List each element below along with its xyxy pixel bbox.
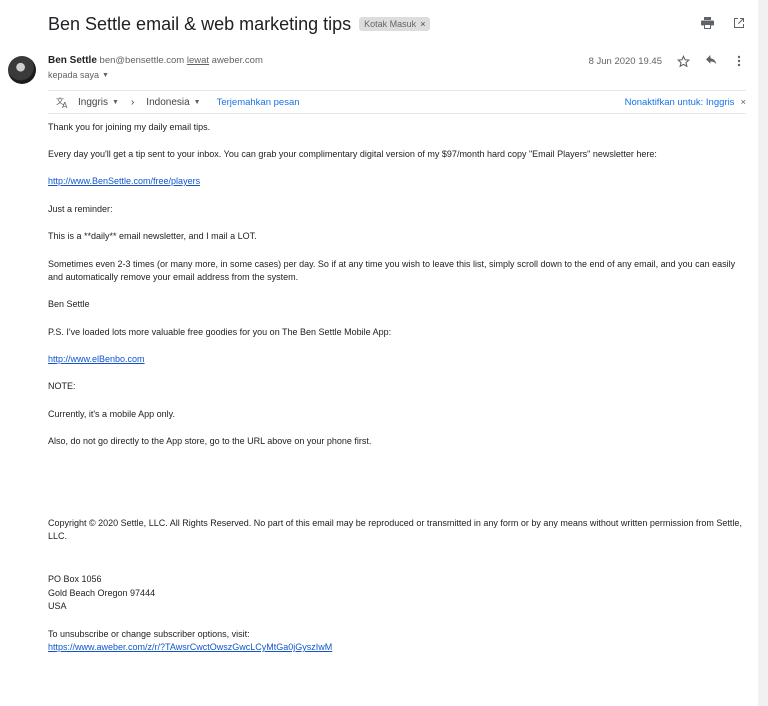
translate-bar-left: 文A Inggris ▼ › Indonesia ▼ Terjemahkan p…: [48, 95, 300, 109]
target-language-label: Indonesia: [146, 96, 190, 108]
translate-bar: 文A Inggris ▼ › Indonesia ▼ Terjemahkan p…: [48, 90, 746, 114]
label-chip-inbox[interactable]: Kotak Masuk ×: [359, 17, 431, 31]
open-in-new-window-icon[interactable]: [732, 16, 746, 30]
arrow-right-icon: ›: [130, 96, 135, 108]
top-actions: [700, 16, 746, 30]
svg-text:A: A: [62, 101, 68, 108]
body-link-paragraph: http://www.elBenbo.com: [48, 353, 748, 366]
recipient-text: kepada saya: [48, 70, 100, 80]
body-paragraph: Thank you for joining my daily email tip…: [48, 122, 211, 132]
label-chip-text: Kotak Masuk: [364, 19, 417, 29]
message-meta: 8 Jun 2020 19.45: [589, 54, 746, 68]
copyright-text: Copyright © 2020 Settle, LLC. All Rights…: [48, 518, 742, 541]
message-date: 8 Jun 2020 19.45: [588, 55, 662, 67]
chevron-down-icon: ▼: [112, 98, 119, 106]
sender-line: Ben Settle ben@bensettle.com lewat awebe…: [48, 55, 263, 66]
chevron-down-icon: ▼: [193, 98, 201, 106]
body-paragraph: Currently, it's a mobile App only.: [48, 409, 175, 419]
scrollbar[interactable]: [758, 0, 768, 706]
recipient-line[interactable]: kepada saya ▼: [48, 70, 263, 80]
reply-icon[interactable]: [704, 54, 718, 68]
free-players-link[interactable]: http://www.BenSettle.com/free/players: [48, 176, 200, 186]
unsubscribe-text: To unsubscribe or change subscriber opti…: [48, 629, 250, 639]
email-subject: Ben Settle email & web marketing tips: [48, 13, 352, 34]
source-language-dropdown[interactable]: Inggris ▼: [78, 97, 119, 108]
subject-row: Ben Settle email & web marketing tips Ko…: [48, 10, 748, 38]
sender-email: ben@bensettle.com: [99, 55, 185, 66]
sender-block: Ben Settle ben@bensettle.com lewat awebe…: [48, 55, 263, 80]
via-domain: aweber.com: [211, 55, 263, 66]
close-translate-bar-button[interactable]: ×: [740, 97, 746, 108]
translate-bar-right: Nonaktifkan untuk: Inggris ×: [625, 97, 746, 108]
address-line: Gold Beach Oregon 97444: [48, 588, 156, 598]
sender-name[interactable]: Ben Settle: [48, 55, 97, 66]
body-paragraph: Just a reminder:: [48, 204, 113, 214]
via-link[interactable]: lewat: [187, 55, 209, 66]
body-paragraph: Also, do not go directly to the App stor…: [48, 436, 372, 446]
source-language-label: Inggris: [78, 96, 109, 108]
unsubscribe-link[interactable]: https://www.aweber.com/z/r/?TAwsrCwctOws…: [48, 642, 332, 652]
chevron-down-icon[interactable]: ▼: [102, 72, 109, 79]
body-paragraph: P.S. I've loaded lots more valuable free…: [48, 327, 392, 337]
body-paragraph: NOTE:: [48, 381, 76, 391]
print-icon[interactable]: [700, 16, 714, 30]
target-language-dropdown[interactable]: Indonesia ▼: [146, 97, 200, 108]
translate-message-link[interactable]: Terjemahkan pesan: [217, 97, 300, 108]
app-link[interactable]: http://www.elBenbo.com: [48, 354, 145, 364]
disable-translation-link[interactable]: Nonaktifkan untuk: Inggris: [625, 97, 735, 108]
body-signature: Ben Settle: [48, 299, 90, 309]
address-line: PO Box 1056: [48, 574, 102, 584]
sender-avatar: [8, 56, 36, 84]
body-link-paragraph: http://www.BenSettle.com/free/players: [48, 175, 748, 188]
unsubscribe-link-paragraph: https://www.aweber.com/z/r/?TAwsrCwctOws…: [48, 641, 748, 654]
more-vert-icon[interactable]: [732, 54, 746, 68]
body-paragraph: Sometimes even 2-3 times (or many more, …: [48, 259, 736, 282]
body-paragraph: This is a **daily** email newsletter, an…: [48, 231, 257, 241]
label-chip-remove-button[interactable]: ×: [420, 19, 425, 29]
star-icon[interactable]: [676, 54, 690, 68]
body-paragraph: Every day you'll get a tip sent to your …: [48, 149, 657, 159]
address-line: USA: [48, 601, 67, 611]
translate-icon: 文A: [56, 95, 70, 109]
